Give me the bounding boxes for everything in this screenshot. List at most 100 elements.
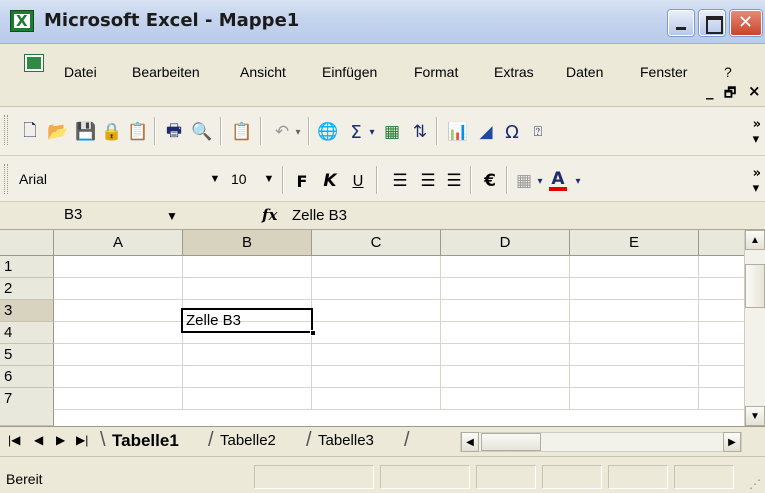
menu-fenster[interactable]: Fenster bbox=[640, 64, 687, 80]
grid-cell[interactable] bbox=[312, 278, 441, 300]
sheet-tab-tabelle3[interactable]: Tabelle3 bbox=[318, 430, 374, 454]
menu-extras[interactable]: Extras bbox=[494, 64, 534, 80]
name-box[interactable]: B3 bbox=[0, 204, 180, 228]
title-bar[interactable]: Microsoft Excel - Mappe1 bbox=[0, 0, 765, 44]
column-header-c[interactable]: C bbox=[312, 230, 441, 256]
grid-cell[interactable] bbox=[570, 300, 699, 322]
grid-cell[interactable] bbox=[441, 300, 570, 322]
borders-dropdown-icon[interactable]: ▾ bbox=[534, 170, 546, 192]
row-header-1[interactable]: 1 bbox=[0, 256, 54, 278]
worksheet-grid[interactable]: A B C D E 1 2 3 4 5 6 7 Zelle B3 bbox=[0, 230, 744, 426]
italic-button[interactable]: K bbox=[318, 170, 342, 192]
toolbar-grip[interactable] bbox=[4, 115, 8, 145]
grid-cell[interactable] bbox=[441, 388, 570, 410]
excel-icon[interactable] bbox=[10, 10, 34, 32]
grid-cell[interactable] bbox=[183, 388, 312, 410]
row-header-5[interactable]: 5 bbox=[0, 344, 54, 366]
doc-close-button[interactable]: × bbox=[748, 82, 761, 100]
toolbar-grip[interactable] bbox=[4, 164, 8, 194]
column-header-a[interactable]: A bbox=[54, 230, 183, 256]
name-box-dropdown-icon[interactable]: ▼ bbox=[166, 209, 178, 223]
minimize-button[interactable] bbox=[668, 10, 694, 36]
horizontal-scrollbar[interactable]: ◀ ▶ bbox=[460, 432, 742, 452]
hyperlink-icon[interactable]: 🌐 bbox=[316, 121, 340, 143]
insert-function-icon[interactable]: ▦ bbox=[380, 121, 404, 143]
grid-cell[interactable] bbox=[54, 300, 183, 322]
formula-input[interactable]: Zelle B3 bbox=[286, 205, 765, 227]
scroll-up-icon[interactable]: ▲ bbox=[745, 230, 765, 250]
menu-bearbeiten[interactable]: Bearbeiten bbox=[132, 64, 200, 80]
grid-cell[interactable] bbox=[54, 278, 183, 300]
grid-cell[interactable] bbox=[570, 388, 699, 410]
grid-cell[interactable] bbox=[312, 256, 441, 278]
first-sheet-icon[interactable]: |◀ bbox=[8, 433, 20, 447]
last-sheet-icon[interactable]: ▶| bbox=[76, 433, 88, 447]
font-size-combo[interactable]: 10 bbox=[226, 167, 258, 191]
grid-cell[interactable] bbox=[183, 344, 312, 366]
undo-icon[interactable]: ↶ bbox=[270, 121, 294, 143]
row-header-7[interactable]: 7 bbox=[0, 388, 54, 426]
grid-cell[interactable] bbox=[312, 366, 441, 388]
chart-wizard-icon[interactable]: 📊 bbox=[446, 121, 470, 143]
grid-cell[interactable] bbox=[54, 344, 183, 366]
font-size-dropdown-icon[interactable]: ▼ bbox=[260, 167, 278, 191]
grid-cell[interactable] bbox=[312, 388, 441, 410]
symbol-icon[interactable]: Ω bbox=[500, 121, 524, 143]
grid-cell[interactable] bbox=[699, 388, 744, 410]
vertical-scroll-thumb[interactable] bbox=[745, 264, 765, 308]
grid-cell[interactable] bbox=[54, 388, 183, 410]
grid-cell[interactable] bbox=[699, 366, 744, 388]
sheet-tab-tabelle1[interactable]: Tabelle1 bbox=[112, 430, 179, 454]
bold-button[interactable]: F bbox=[290, 170, 314, 192]
prev-sheet-icon[interactable]: ◀ bbox=[34, 433, 43, 447]
autosum-dropdown-icon[interactable]: ▾ bbox=[366, 121, 378, 143]
grid-cell[interactable] bbox=[699, 278, 744, 300]
grid-cell[interactable] bbox=[570, 366, 699, 388]
next-sheet-icon[interactable]: ▶ bbox=[56, 433, 65, 447]
toolbar-options-icon[interactable]: » ▾ bbox=[753, 166, 761, 196]
menu-daten[interactable]: Daten bbox=[566, 64, 603, 80]
doc-restore-button[interactable]: 🗗 bbox=[724, 84, 736, 106]
row-header-2[interactable]: 2 bbox=[0, 278, 54, 300]
column-header-e[interactable]: E bbox=[570, 230, 699, 256]
grid-cell[interactable] bbox=[183, 278, 312, 300]
grid-cell[interactable] bbox=[312, 344, 441, 366]
currency-button[interactable]: € bbox=[478, 170, 502, 192]
grid-cell[interactable] bbox=[699, 300, 744, 322]
grid-cell[interactable] bbox=[54, 366, 183, 388]
grid-cell[interactable] bbox=[54, 256, 183, 278]
menu-datei[interactable]: Datei bbox=[64, 64, 97, 80]
grid-cell[interactable] bbox=[570, 256, 699, 278]
font-dropdown-icon[interactable]: ▼ bbox=[206, 167, 224, 191]
scroll-right-icon[interactable]: ▶ bbox=[723, 432, 741, 452]
grid-cell[interactable] bbox=[570, 344, 699, 366]
scroll-down-icon[interactable]: ▼ bbox=[745, 406, 765, 426]
grid-cell[interactable] bbox=[441, 322, 570, 344]
autosum-icon[interactable]: Σ bbox=[344, 121, 368, 143]
horizontal-scroll-thumb[interactable] bbox=[481, 433, 541, 451]
scroll-left-icon[interactable]: ◀ bbox=[461, 432, 479, 452]
open-folder-icon[interactable]: 📂 bbox=[46, 121, 70, 143]
insert-function-fx-icon[interactable]: fx bbox=[262, 206, 277, 224]
grid-cell[interactable] bbox=[570, 322, 699, 344]
select-all-corner[interactable] bbox=[0, 230, 54, 256]
grid-cell[interactable] bbox=[312, 300, 441, 322]
borders-icon[interactable]: ▦ bbox=[512, 170, 536, 192]
grid-cell[interactable] bbox=[441, 344, 570, 366]
font-name-combo[interactable]: Arial bbox=[14, 167, 194, 191]
print-preview-icon[interactable]: 🔍 bbox=[190, 121, 214, 143]
workbook-icon[interactable] bbox=[24, 54, 44, 72]
doc-minimize-button[interactable]: _ bbox=[706, 82, 714, 100]
grid-cell[interactable] bbox=[441, 366, 570, 388]
grid-cell[interactable] bbox=[699, 256, 744, 278]
menu-ansicht[interactable]: Ansicht bbox=[240, 64, 286, 80]
menu-einfuegen[interactable]: Einfügen bbox=[322, 64, 377, 80]
print-icon[interactable]: 🖶 bbox=[162, 121, 186, 143]
align-center-icon[interactable]: ☰ bbox=[416, 170, 440, 192]
column-header-d[interactable]: D bbox=[441, 230, 570, 256]
grid-cell[interactable] bbox=[312, 322, 441, 344]
font-color-button[interactable]: A bbox=[546, 170, 570, 192]
underline-button[interactable]: U bbox=[346, 170, 370, 192]
grid-cell[interactable] bbox=[699, 322, 744, 344]
paste-icon[interactable]: 📋 bbox=[230, 121, 254, 143]
